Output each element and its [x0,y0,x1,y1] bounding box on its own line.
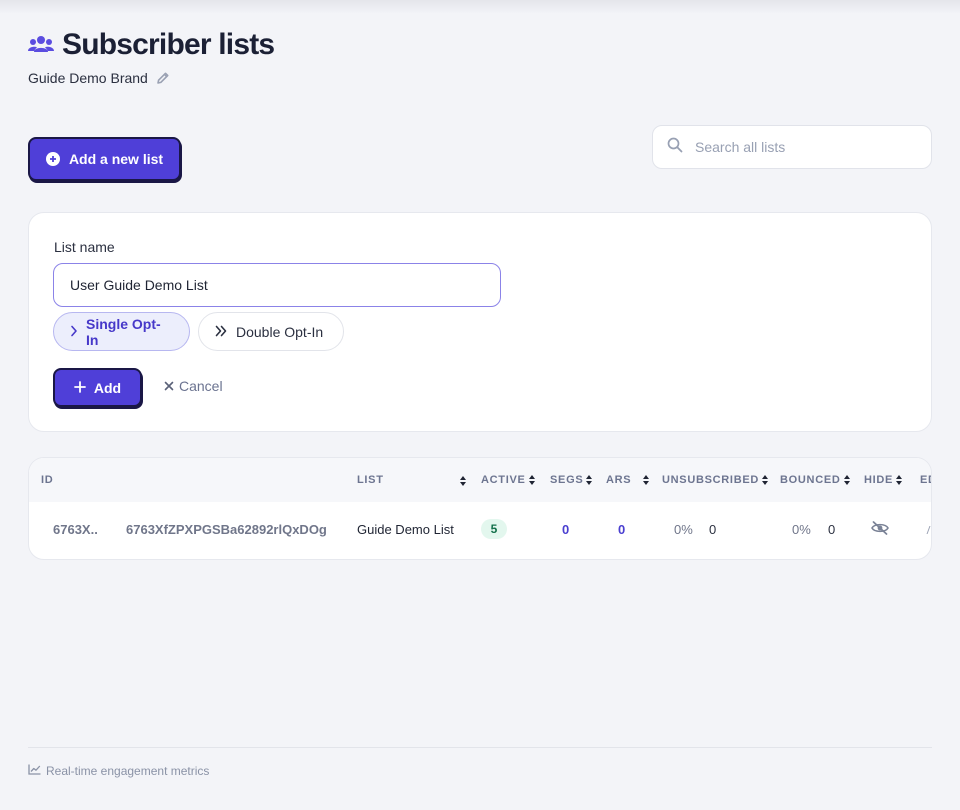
search-icon [667,137,683,158]
column-unsubscribed-label: UNSUBSCRIBED [662,474,760,486]
column-header-ars[interactable]: ARS [606,474,650,486]
segs-count-link[interactable]: 0 [562,522,569,537]
column-segs-label: SEGS [550,474,584,486]
plus-circle-icon [45,152,60,166]
double-opt-in-label: Double Opt-In [236,323,324,340]
row-list-name[interactable]: Guide Demo List [357,522,454,537]
column-bounced-label: BOUNCED [780,474,841,486]
column-active-label: ACTIVE [481,474,526,486]
add-new-list-label: Add a new list [68,151,164,167]
chevron-right-icon [70,324,78,340]
double-opt-in-option[interactable]: Double Opt-In [198,312,344,351]
footer-note-text: Real-time engagement metrics [46,764,210,778]
title-row: Subscriber lists [28,28,275,62]
lists-table: ID LIST ACTIVE SEGS ARS UNSUBSCRIBED BOU… [28,457,932,560]
row-id-short: 6763X.. [53,522,98,537]
sort-icon [896,475,903,485]
footer-note: Real-time engagement metrics [28,764,209,778]
eye-off-icon[interactable] [871,521,889,540]
sort-icon [762,475,769,485]
page-title: Subscriber lists [62,28,275,61]
close-icon [164,378,174,394]
brand-row: Guide Demo Brand [28,70,274,86]
add-button[interactable]: Add [53,368,142,407]
search-input[interactable] [695,139,905,155]
column-header-active[interactable]: ACTIVE [481,474,536,486]
sort-icon[interactable] [460,476,467,486]
column-header-segs[interactable]: SEGS [550,474,593,486]
cancel-label: Cancel [179,378,223,394]
active-count-badge: 5 [481,519,507,539]
column-hide-label: HIDE [864,474,894,486]
ars-count-link[interactable]: 0 [618,522,625,537]
sort-icon [528,475,536,485]
column-header-hide[interactable]: HIDE [864,474,903,486]
column-header-list[interactable]: LIST [357,474,384,486]
search-box[interactable] [652,125,932,169]
list-name-input[interactable] [53,263,501,307]
single-opt-in-label: Single Opt-In [86,315,161,348]
plus-icon [73,380,86,396]
sort-icon [586,475,593,485]
row-id-full: 6763XfZPXPGSBa62892rlQxDOg [126,522,327,537]
bounced-count: 0 [828,522,836,537]
new-list-form: List name Single Opt-In Double Opt-In Ad… [28,212,932,432]
sort-icon [643,475,650,485]
brand-name: Guide Demo Brand [28,70,148,86]
column-ars-label: ARS [606,474,632,486]
bounced-percent: 0% [792,522,811,537]
table-header: ID LIST ACTIVE SEGS ARS UNSUBSCRIBED BOU… [29,458,931,502]
unsubscribed-percent: 0% [674,522,693,537]
list-name-label: List name [54,239,115,255]
page-header: Subscriber lists Guide Demo Brand [28,28,275,86]
column-id-label: ID [41,474,54,486]
column-header-bounced[interactable]: BOUNCED [780,474,851,486]
sort-icon [843,475,851,485]
column-header-edit[interactable]: ED [920,474,931,486]
column-edit-label: ED [920,474,931,486]
cancel-button[interactable]: Cancel [164,378,223,394]
add-button-label: Add [93,379,122,396]
column-list-label: LIST [357,474,384,486]
pencil-icon[interactable] [156,71,170,85]
users-icon [28,35,54,55]
chart-line-icon [28,764,41,778]
double-chevron-right-icon [215,324,228,340]
pencil-icon[interactable] [926,526,931,534]
footer-divider [28,747,932,748]
unsubscribed-count: 0 [709,522,717,537]
single-opt-in-option[interactable]: Single Opt-In [53,312,190,351]
top-shadow [0,0,960,14]
add-new-list-button[interactable]: Add a new list [28,137,181,181]
column-header-id[interactable]: ID [41,474,53,486]
column-header-unsubscribed[interactable]: UNSUBSCRIBED [662,474,769,486]
